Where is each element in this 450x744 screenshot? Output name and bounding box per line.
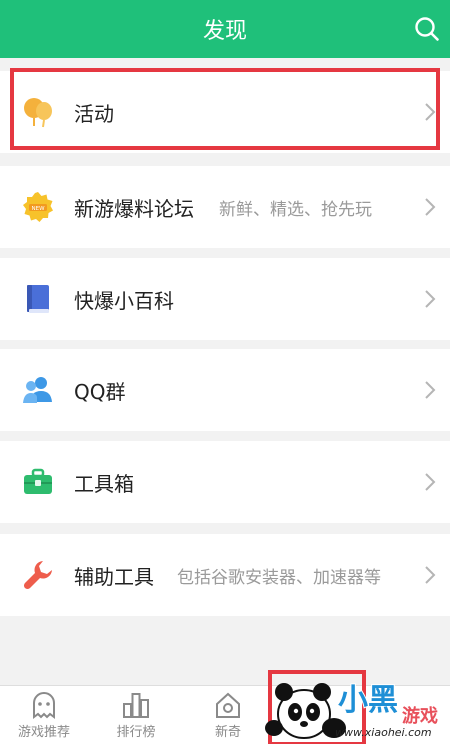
- menu-item-encyclopedia[interactable]: 快爆小百科: [0, 258, 450, 340]
- svg-text:小黑: 小黑: [338, 683, 398, 718]
- tab-novelty[interactable]: 新奇: [204, 686, 252, 744]
- menu-item-new-game-forum[interactable]: NEW 新游爆料论坛 新鲜、精选、抢先玩: [0, 166, 450, 248]
- book-icon: [27, 285, 49, 313]
- chevron-right-icon: [425, 103, 436, 121]
- svg-text:NEW: NEW: [31, 206, 45, 212]
- chevron-right-icon: [425, 473, 436, 491]
- chevron-right-icon: [425, 566, 436, 584]
- tab-game-recommend[interactable]: 游戏推荐: [12, 686, 76, 744]
- game-ghost-icon: [33, 692, 55, 719]
- menu-item-label: 快爆小百科: [74, 288, 174, 313]
- users-icon: [23, 377, 52, 403]
- ranking-icon: [123, 693, 149, 718]
- menu-item-toolbox[interactable]: 工具箱: [0, 441, 450, 523]
- toolbox-icon: [24, 468, 52, 494]
- search-icon[interactable]: [414, 16, 440, 42]
- menu-item-label: 辅助工具: [74, 564, 154, 589]
- menu-item-label: QQ群: [74, 379, 126, 404]
- balloon-icon: [24, 98, 52, 128]
- tab-label: 新奇: [214, 725, 241, 740]
- menu-item-label: 新游爆料论坛: [74, 196, 194, 221]
- menu-item-assist-tools[interactable]: 辅助工具 包括谷歌安装器、加速器等: [0, 534, 450, 616]
- chevron-right-icon: [425, 198, 436, 216]
- menu-item-activity[interactable]: 活动: [0, 71, 450, 153]
- house-icon: [216, 692, 240, 718]
- tab-label: 游戏推荐: [17, 725, 70, 740]
- watermark-url: www.xiaohei.com: [335, 726, 432, 739]
- svg-text:游戏: 游戏: [402, 705, 438, 727]
- menu-item-subtitle: 包括谷歌安装器、加速器等: [177, 567, 381, 588]
- chevron-right-icon: [425, 290, 436, 308]
- new-badge-icon: NEW: [23, 192, 53, 222]
- menu-item-label: 工具箱: [74, 471, 134, 496]
- menu-item-label: 活动: [74, 101, 114, 126]
- page-title: 发现: [202, 19, 247, 44]
- wrench-icon: [23, 561, 52, 590]
- tab-label: 排行榜: [116, 725, 156, 740]
- top-bar: 发现: [0, 0, 450, 58]
- chevron-right-icon: [425, 381, 436, 399]
- menu-item-qq-group[interactable]: QQ群: [0, 349, 450, 431]
- menu-item-subtitle: 新鲜、精选、抢先玩: [219, 199, 372, 220]
- tab-ranking[interactable]: 排行榜: [108, 686, 164, 744]
